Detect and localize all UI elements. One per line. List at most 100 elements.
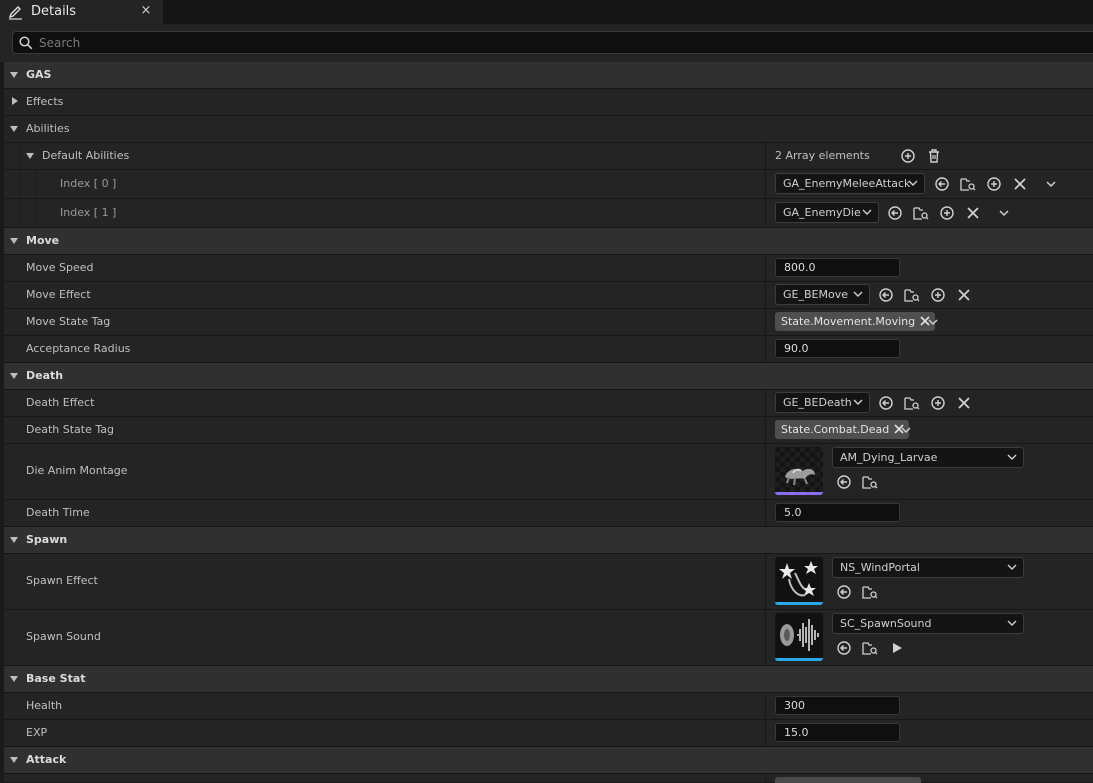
asset-dropdown[interactable]: GE_BEDeath [775,392,870,413]
column-divider [765,255,766,281]
tab-details[interactable]: Details × [0,0,163,24]
use-selected-icon[interactable] [836,640,852,656]
gameplay-tag-chip[interactable]: State.Movement.Moving [775,312,936,331]
use-selected-icon[interactable] [836,474,852,490]
niagara-system-icon [779,561,818,597]
search-input[interactable] [39,34,939,51]
asset-dropdown[interactable]: GE_BEMove [775,284,870,305]
row-index-0[interactable]: Index [ 0 ] GA_EnemyMeleeAttack [4,170,1093,199]
gameplay-tag-chip[interactable]: State.Combat.Dead [775,420,910,439]
chevron-down-icon [1007,620,1017,626]
category-move[interactable]: Move [4,228,1093,255]
browse-folder-icon[interactable] [913,205,929,221]
category-base-stat[interactable]: Base Stat [4,666,1093,693]
clear-icon[interactable] [956,395,972,411]
asset-thumbnail[interactable] [775,557,823,605]
add-icon[interactable] [930,287,946,303]
category-gas[interactable]: GAS [4,62,1093,89]
row-death-effect: Death Effect GE_BEDeath [4,390,1093,417]
row-label: Default Abilities [42,149,130,162]
chevron-down-icon[interactable] [925,314,941,330]
chevron-down-icon[interactable] [1043,176,1059,192]
row-label: Move State Tag [26,315,111,328]
chevron-down-icon [10,373,18,379]
browse-folder-icon[interactable] [960,176,976,192]
column-divider [765,309,766,335]
row-move-effect: Move Effect GE_BEMove [4,282,1093,309]
asset-dropdown[interactable]: GA_EnemyMeleeAttack [775,173,925,194]
use-selected-icon[interactable] [836,584,852,600]
add-icon[interactable] [930,395,946,411]
row-move-speed: Move Speed 800.0 [4,255,1093,282]
chevron-down-icon [10,676,18,682]
row-death-time: Death Time 5.0 [4,500,1093,527]
asset-dropdown-value: AM_Dying_Larvae [840,451,938,464]
gameplay-tag-label: State.Combat.Dead [781,423,890,436]
row-label: Spawn Sound [26,630,101,643]
larvae-mesh-icon [785,468,815,486]
close-icon[interactable]: × [138,3,154,19]
exp-field[interactable]: 15.0 [775,723,900,742]
row-abilities[interactable]: Abilities [4,116,1093,143]
chevron-down-icon[interactable] [996,205,1012,221]
asset-dropdown[interactable]: SC_SpawnSound [832,613,1024,634]
partial-field [775,777,921,783]
clear-icon[interactable] [1012,176,1028,192]
row-effects[interactable]: Effects [4,89,1093,116]
asset-thumbnail[interactable] [775,447,823,495]
asset-dropdown-value: SC_SpawnSound [840,617,932,630]
asset-dropdown[interactable]: GA_EnemyDie [775,202,879,223]
chevron-down-icon [862,209,872,215]
category-label: Spawn [26,533,68,546]
trash-icon[interactable] [926,148,942,164]
add-icon[interactable] [939,205,955,221]
row-label: Index [ 0 ] [60,177,117,190]
indent-guide [20,199,21,227]
chevron-down-icon[interactable] [898,422,914,438]
row-label: Death Effect [26,396,95,409]
use-selected-icon[interactable] [878,395,894,411]
browse-folder-icon[interactable] [904,287,920,303]
browse-folder-icon[interactable] [862,640,878,656]
asset-dropdown-value: GA_EnemyMeleeAttack [783,177,911,190]
use-selected-icon[interactable] [887,205,903,221]
clear-icon[interactable] [965,205,981,221]
chevron-down-icon [10,126,18,132]
row-index-1[interactable]: Index [ 1 ] GA_EnemyDie [4,199,1093,228]
column-divider [765,282,766,308]
clear-icon[interactable] [956,287,972,303]
row-default-abilities[interactable]: Default Abilities 2 Array elements [4,143,1093,170]
health-field[interactable]: 300 [775,696,900,715]
asset-dropdown[interactable]: AM_Dying_Larvae [832,447,1024,468]
category-label: Death [26,369,64,382]
category-death[interactable]: Death [4,363,1093,390]
asset-dropdown-value: GE_BEDeath [783,396,852,409]
row-label: Effects [26,95,64,108]
move-speed-field[interactable]: 800.0 [775,258,900,277]
category-label: GAS [26,68,52,81]
browse-folder-icon[interactable] [862,474,878,490]
use-selected-icon[interactable] [934,176,950,192]
acceptance-radius-field[interactable]: 90.0 [775,339,900,358]
column-divider [765,444,766,499]
add-icon[interactable] [986,176,1002,192]
browse-folder-icon[interactable] [862,584,878,600]
chevron-down-icon [10,72,18,78]
asset-thumbnail[interactable] [775,613,823,661]
row-label: Index [ 1 ] [60,206,117,219]
row-spawn-effect: Spawn Effect NS_WindPortal [4,554,1093,610]
play-icon[interactable] [889,640,905,656]
asset-dropdown[interactable]: NS_WindPortal [832,557,1024,578]
chevron-down-icon [26,153,34,159]
add-element-icon[interactable] [900,148,916,164]
column-divider [765,774,766,782]
use-selected-icon[interactable] [878,287,894,303]
gameplay-tag-label: State.Movement.Moving [781,315,916,328]
death-time-field[interactable]: 5.0 [775,503,900,522]
browse-folder-icon[interactable] [904,395,920,411]
column-divider [765,720,766,746]
category-spawn[interactable]: Spawn [4,527,1093,554]
chevron-down-icon [1007,454,1017,460]
column-divider [765,610,766,665]
category-attack[interactable]: Attack [4,747,1093,774]
